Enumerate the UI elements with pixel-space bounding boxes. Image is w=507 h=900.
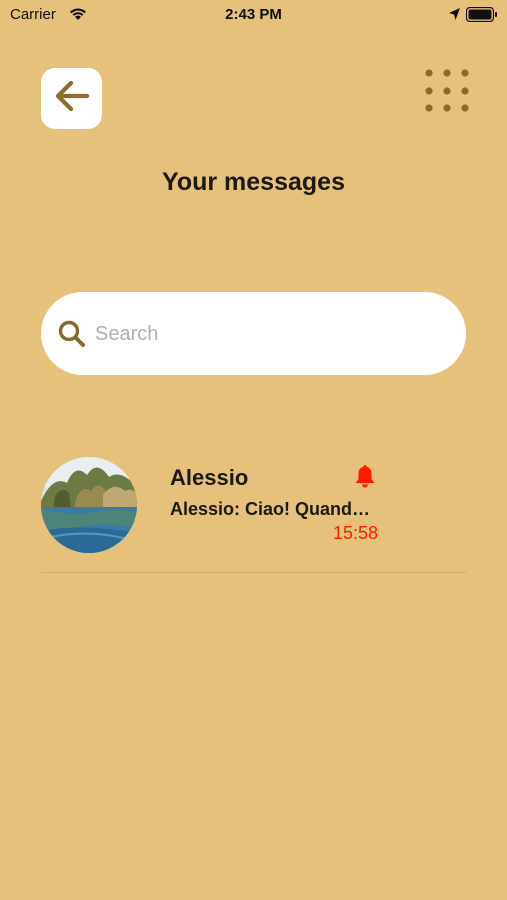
status-time: 2:43 PM [225, 6, 282, 23]
location-arrow-icon [448, 7, 461, 26]
battery-icon [465, 6, 498, 27]
grid-dots-icon [424, 69, 470, 118]
back-button[interactable] [41, 68, 102, 129]
contact-name: Alessio [170, 465, 249, 490]
search-bar[interactable] [41, 292, 466, 375]
last-message-preview: Alessio: Ciao! Quando ci vediamo? [170, 499, 380, 519]
avatar [41, 457, 137, 553]
page-title: Your messages [162, 168, 345, 196]
search-input[interactable] [95, 314, 435, 354]
bell-icon [354, 465, 376, 494]
message-timestamp: 15:58 [332, 523, 378, 543]
list-divider [41, 572, 466, 573]
menu-grid-button[interactable] [424, 68, 470, 114]
search-icon [57, 319, 87, 354]
conversation-item[interactable]: Alessio Alessio: Ciao! Quando ci vediamo… [41, 457, 466, 557]
status-bar: Carrier 2:43 PM [0, 0, 507, 30]
arrow-left-icon [53, 79, 91, 118]
